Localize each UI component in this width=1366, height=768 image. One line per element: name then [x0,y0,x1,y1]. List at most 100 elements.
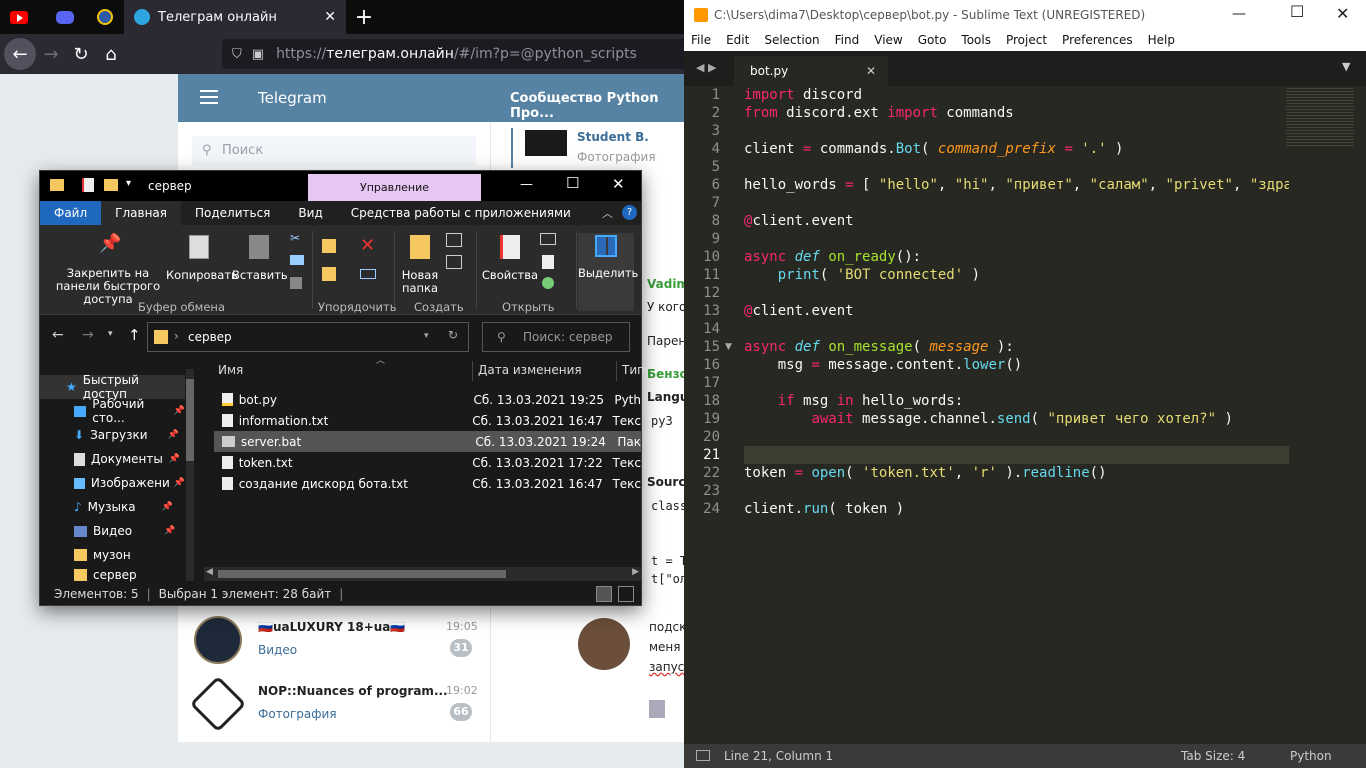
back-button[interactable]: ← [4,38,36,70]
column-date[interactable]: Дата изменения [478,357,582,383]
forward-button[interactable]: → [36,39,66,69]
syntax-mode[interactable]: Python [1290,749,1332,763]
refresh-icon[interactable]: ↻ [448,328,458,342]
nav-quick-access[interactable]: ★ Быстрый доступ [40,373,185,401]
file-row[interactable]: server.bat Сб. 13.03.2021 19:24 Пак [214,431,641,452]
properties-button[interactable]: Свойства [480,233,540,282]
tab-app-tools[interactable]: Средства работы с приложениями [337,201,585,225]
menu-goto[interactable]: Goto [910,30,954,51]
open-icon[interactable] [540,233,556,245]
maximize-button[interactable]: ☐ [566,174,579,192]
youtube-tab[interactable] [0,0,38,34]
menu-preferences[interactable]: Preferences [1055,30,1141,51]
tab-nav-icon[interactable]: ◀ ▶ [696,61,716,74]
nav-documents[interactable]: Документы 📌 [40,447,185,471]
dropdown-icon[interactable]: ▾ [424,331,429,341]
delete-icon[interactable]: ✕ [360,235,375,256]
nav-desktop[interactable]: Рабочий сто... 📌 [40,397,185,425]
nav-scrollbar[interactable] [186,369,194,581]
tab-share[interactable]: Поделиться [181,201,284,225]
up-icon[interactable]: ↑ [128,326,141,344]
telegram-tab[interactable]: Телеграм онлайн ✕ [124,0,346,34]
close-button[interactable]: ✕ [612,175,625,193]
copy-to-icon[interactable] [322,267,336,281]
nav-pictures[interactable]: Изображени 📌 [40,471,185,495]
menu-icon[interactable] [200,90,218,104]
customize-icon[interactable]: ▾ [126,178,131,189]
fold-icon[interactable]: ▼ [725,342,732,352]
new-folder-button[interactable]: Новая папка [398,233,442,295]
horizontal-scrollbar[interactable]: ◀ ▶ [204,567,641,581]
chat-item[interactable]: 🇷🇺uaLUXURY 18+ua🇷🇺 Видео 19:05 31 [178,614,490,674]
new-item-icon[interactable] [446,233,462,247]
nav-videos[interactable]: Видео 📌 [40,519,185,543]
search-input[interactable]: ⚲ Поиск [192,136,476,166]
menu-file[interactable]: File [684,30,719,51]
nav-folder[interactable]: сервер [40,567,185,583]
copy-button[interactable]: Копировать [166,233,238,282]
scroll-thumb[interactable] [218,570,506,578]
nav-downloads[interactable]: ⬇ Загрузки 📌 [40,423,185,447]
column-name[interactable]: Имя [218,357,243,383]
select-button[interactable]: Выделить [578,233,638,311]
close-tab-icon[interactable]: ✕ [866,56,876,86]
pinned-message[interactable]: Student B. Фотография [511,128,701,168]
tab-size[interactable]: Tab Size: 4 [1181,749,1245,763]
chat-item[interactable]: NOP::Nuances of program... Фотография 19… [178,675,490,738]
rename-icon[interactable] [360,269,376,279]
home-button[interactable]: ⌂ [96,39,126,69]
tab-home[interactable]: Главная [101,201,181,225]
recent-icon[interactable]: ▾ [108,329,113,339]
help-icon[interactable]: ? [622,205,637,220]
close-tab-icon[interactable]: ✕ [324,9,336,25]
extension-tab[interactable] [86,0,124,34]
new-tab-button[interactable]: + [348,0,380,34]
minimap[interactable] [1286,86,1354,146]
column-type[interactable]: Тип [622,357,645,383]
chat-title[interactable]: Сообщество Python Про... [510,91,700,121]
file-row[interactable]: создание дискорд бота.txt Сб. 13.03.2021 … [214,473,641,494]
menu-project[interactable]: Project [998,30,1054,51]
manage-tab[interactable]: Управление [308,174,481,201]
file-row[interactable]: information.txt Сб. 13.03.2021 16:47 Текс [214,410,641,431]
file-row[interactable]: bot.py Сб. 13.03.2021 19:25 Pyth [214,389,641,410]
file-row[interactable]: token.txt Сб. 13.03.2021 17:22 Текс [214,452,641,473]
discord-tab[interactable] [46,0,84,34]
close-button[interactable]: ✕ [1336,4,1349,23]
pin-button[interactable]: 📌 Закрепить на панели быстрого доступа [46,233,170,306]
scroll-right-icon[interactable]: ▶ [632,567,639,577]
thumbnails-view-icon[interactable] [618,586,634,602]
address-bar[interactable]: › сервер ▾ ↻ [147,322,469,352]
copy-path-icon[interactable] [290,255,304,265]
menu-help[interactable]: Help [1140,30,1182,51]
tab-dropdown-icon[interactable]: ▼ [1342,60,1350,73]
search-input[interactable]: ⚲ Поиск: сервер [482,322,630,352]
new-folder-icon[interactable] [104,179,118,191]
tab-view[interactable]: Вид [284,201,336,225]
forward-icon[interactable]: → [82,327,94,343]
scroll-left-icon[interactable]: ◀ [206,567,213,577]
move-to-icon[interactable] [322,239,336,253]
collapse-ribbon-icon[interactable]: ︿ [602,205,613,221]
details-view-icon[interactable] [596,586,612,602]
code-editor[interactable]: import discord from discord.ext import c… [744,86,1289,740]
properties-icon[interactable] [82,178,94,192]
tab-file[interactable]: Файл [40,201,102,225]
menu-tools[interactable]: Tools [954,30,999,51]
paste-button[interactable]: Вставить [232,233,288,282]
menu-find[interactable]: Find [827,30,867,51]
easy-access-icon[interactable] [446,255,462,269]
menu-view[interactable]: View [867,30,910,51]
menu-edit[interactable]: Edit [719,30,757,51]
history-icon[interactable] [542,277,554,289]
back-icon[interactable]: ← [52,327,64,343]
cut-icon[interactable]: ✂ [290,231,300,245]
maximize-button[interactable]: ☐ [1290,2,1304,21]
paste-shortcut-icon[interactable] [290,277,302,289]
menu-selection[interactable]: Selection [757,30,827,51]
edit-icon[interactable] [542,255,554,269]
reload-button[interactable]: ↻ [66,39,96,69]
editor-tab[interactable]: bot.py ✕ [734,56,888,86]
panel-toggle-icon[interactable] [696,750,710,761]
minimize-button[interactable]: — [1232,6,1246,22]
